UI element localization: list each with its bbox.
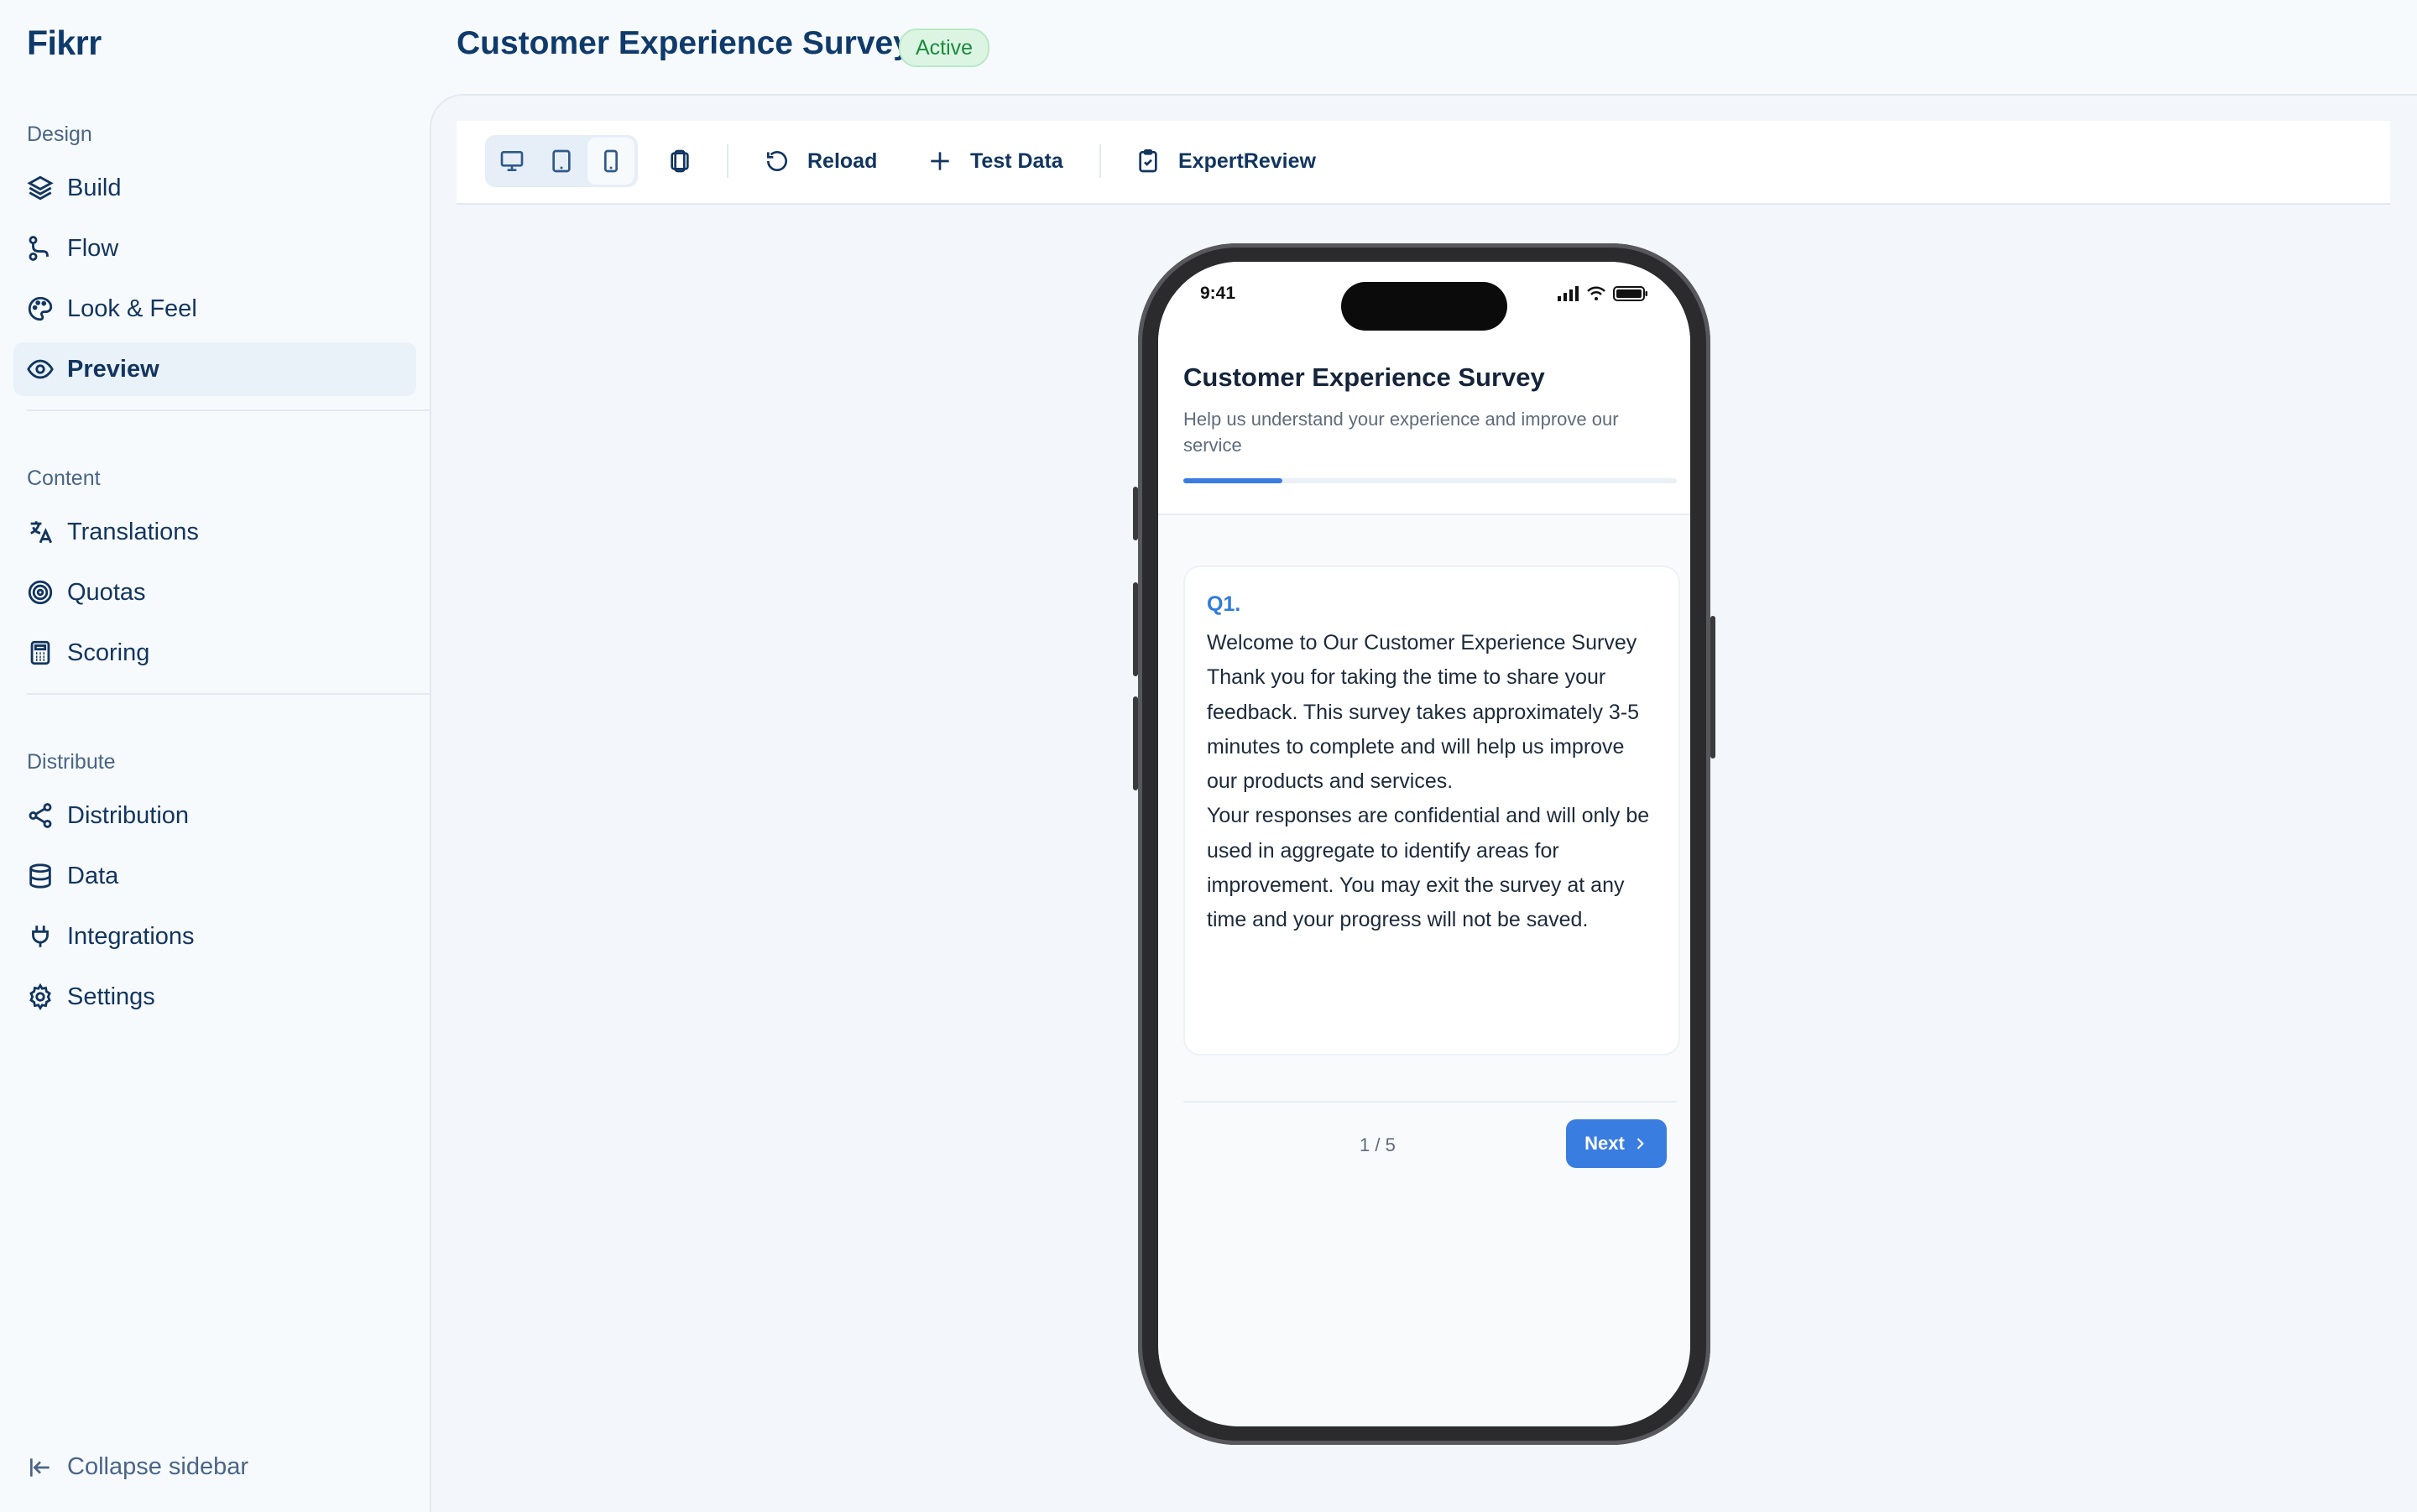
toolbar-separator (1099, 144, 1101, 178)
sidebar-item-build[interactable]: Build (13, 161, 416, 215)
battery-icon (1613, 286, 1647, 301)
question-paragraph: Thank you for taking the time to share y… (1207, 665, 1640, 794)
survey-progress-bar (1183, 478, 1677, 483)
reload-button[interactable]: Reload (764, 135, 877, 187)
app-logo: Fikrr (27, 23, 102, 62)
test-data-button[interactable]: Test Data (927, 135, 1063, 187)
survey-progress-fill (1183, 478, 1282, 483)
sidebar-item-distribution[interactable]: Distribution (13, 789, 416, 842)
reload-icon (767, 151, 787, 171)
sidebar-item-quotas[interactable]: Quotas (13, 566, 416, 619)
sidebar-item-data[interactable]: Data (13, 849, 416, 903)
sidebar-item-translations[interactable]: Translations (13, 505, 416, 559)
frame-toggle-button[interactable] (666, 135, 710, 187)
expert-review-label: ExpertReview (1178, 149, 1316, 173)
survey-subtitle: Help us understand your experience and i… (1183, 409, 1619, 456)
translate-icon (13, 505, 67, 559)
phone-frame: 9:41 Customer Experience Survey Help us … (1133, 243, 1715, 1445)
smartphone-icon (604, 149, 618, 173)
sidebar-item-label: Quotas (67, 578, 146, 606)
gear-icon (13, 970, 67, 1024)
page-title: Customer Experience Survey (457, 25, 911, 61)
sidebar-item-label: Integrations (67, 922, 195, 950)
frame-icon (671, 149, 689, 173)
next-button[interactable]: Next (1566, 1119, 1667, 1168)
collapse-arrow-icon (30, 1457, 50, 1477)
sidebar-item-label: Data (67, 862, 119, 889)
layers-icon (13, 161, 67, 215)
phone-side-button (1710, 616, 1715, 759)
sidebar-item-label: Settings (67, 983, 155, 1010)
section-label-design: Design (27, 123, 92, 146)
phone-screen: 9:41 Customer Experience Survey Help us … (1158, 262, 1690, 1426)
status-time: 9:41 (1200, 284, 1236, 303)
database-icon (13, 849, 67, 903)
chevron-right-icon (1637, 1138, 1644, 1150)
sidebar-item-label: Translations (67, 518, 199, 545)
sidebar-item-flow[interactable]: Flow (13, 222, 416, 275)
monitor-icon (500, 151, 524, 171)
next-button-label: Next (1584, 1133, 1625, 1154)
question-text: Welcome to Our Customer Experience Surve… (1207, 626, 1660, 938)
section-label-distribute: Distribute (27, 750, 116, 774)
status-icons (1558, 285, 1648, 302)
sidebar-item-settings[interactable]: Settings (13, 970, 416, 1024)
sidebar-item-preview[interactable]: Preview (13, 342, 416, 396)
share-icon (13, 789, 67, 842)
survey-header: Customer Experience Survey Help us under… (1158, 337, 1690, 515)
toolbar-separator (727, 144, 728, 178)
expert-review-button[interactable]: ExpertReview (1135, 135, 1316, 187)
tablet-icon (552, 149, 571, 173)
plug-icon (13, 910, 67, 963)
device-mobile-button[interactable] (587, 138, 634, 185)
device-tablet-button[interactable] (538, 138, 585, 185)
status-badge: Active (899, 29, 990, 67)
collapse-sidebar-label: Collapse sidebar (67, 1453, 249, 1480)
sidebar-item-integrations[interactable]: Integrations (13, 910, 416, 963)
sidebar-item-scoring[interactable]: Scoring (13, 626, 416, 680)
sidebar-item-label: Preview (67, 355, 159, 383)
calculator-icon (13, 626, 67, 680)
sidebar-item-label: Build (67, 174, 122, 201)
clipboard-check-icon (1139, 149, 1157, 173)
phone-side-button (1133, 487, 1138, 540)
phone-side-button (1133, 696, 1138, 790)
test-data-label: Test Data (970, 149, 1063, 173)
signal-icon (1558, 286, 1579, 301)
sidebar-item-label: Distribution (67, 801, 190, 829)
survey-nav-divider (1183, 1101, 1677, 1103)
wifi-icon (1587, 286, 1605, 300)
sidebar-item-look-and-feel[interactable]: Look & Feel (13, 282, 416, 336)
sidebar-item-label: Scoring (67, 639, 150, 666)
plus-icon (931, 152, 949, 170)
phone-status-bar: 9:41 (1158, 262, 1690, 337)
question-paragraph: Your responses are confidential and will… (1207, 804, 1650, 932)
target-icon (13, 566, 67, 619)
question-card: Q1. Welcome to Our Customer Experience S… (1183, 566, 1680, 1056)
section-label-content: Content (27, 467, 101, 490)
phone-side-button (1133, 582, 1138, 676)
sidebar-divider (27, 693, 430, 695)
question-title: Welcome to Our Customer Experience Surve… (1207, 631, 1637, 654)
reload-label: Reload (807, 149, 878, 173)
device-switcher (485, 135, 638, 187)
sidebar-item-label: Look & Feel (67, 295, 197, 322)
palette-icon (13, 282, 67, 336)
page-indicator: 1 / 5 (1360, 1134, 1396, 1155)
question-number: Q1. (1207, 592, 1241, 616)
collapse-sidebar-button[interactable]: Collapse sidebar (27, 1453, 248, 1481)
sidebar-divider (27, 409, 430, 411)
sidebar-item-label: Flow (67, 234, 119, 262)
survey-title: Customer Experience Survey (1183, 362, 1545, 392)
eye-icon (13, 342, 67, 396)
device-desktop-button[interactable] (488, 138, 535, 185)
dynamic-island (1341, 282, 1507, 331)
preview-toolbar: Reload Test Data ExpertReview (457, 121, 2390, 205)
route-icon (13, 222, 67, 275)
